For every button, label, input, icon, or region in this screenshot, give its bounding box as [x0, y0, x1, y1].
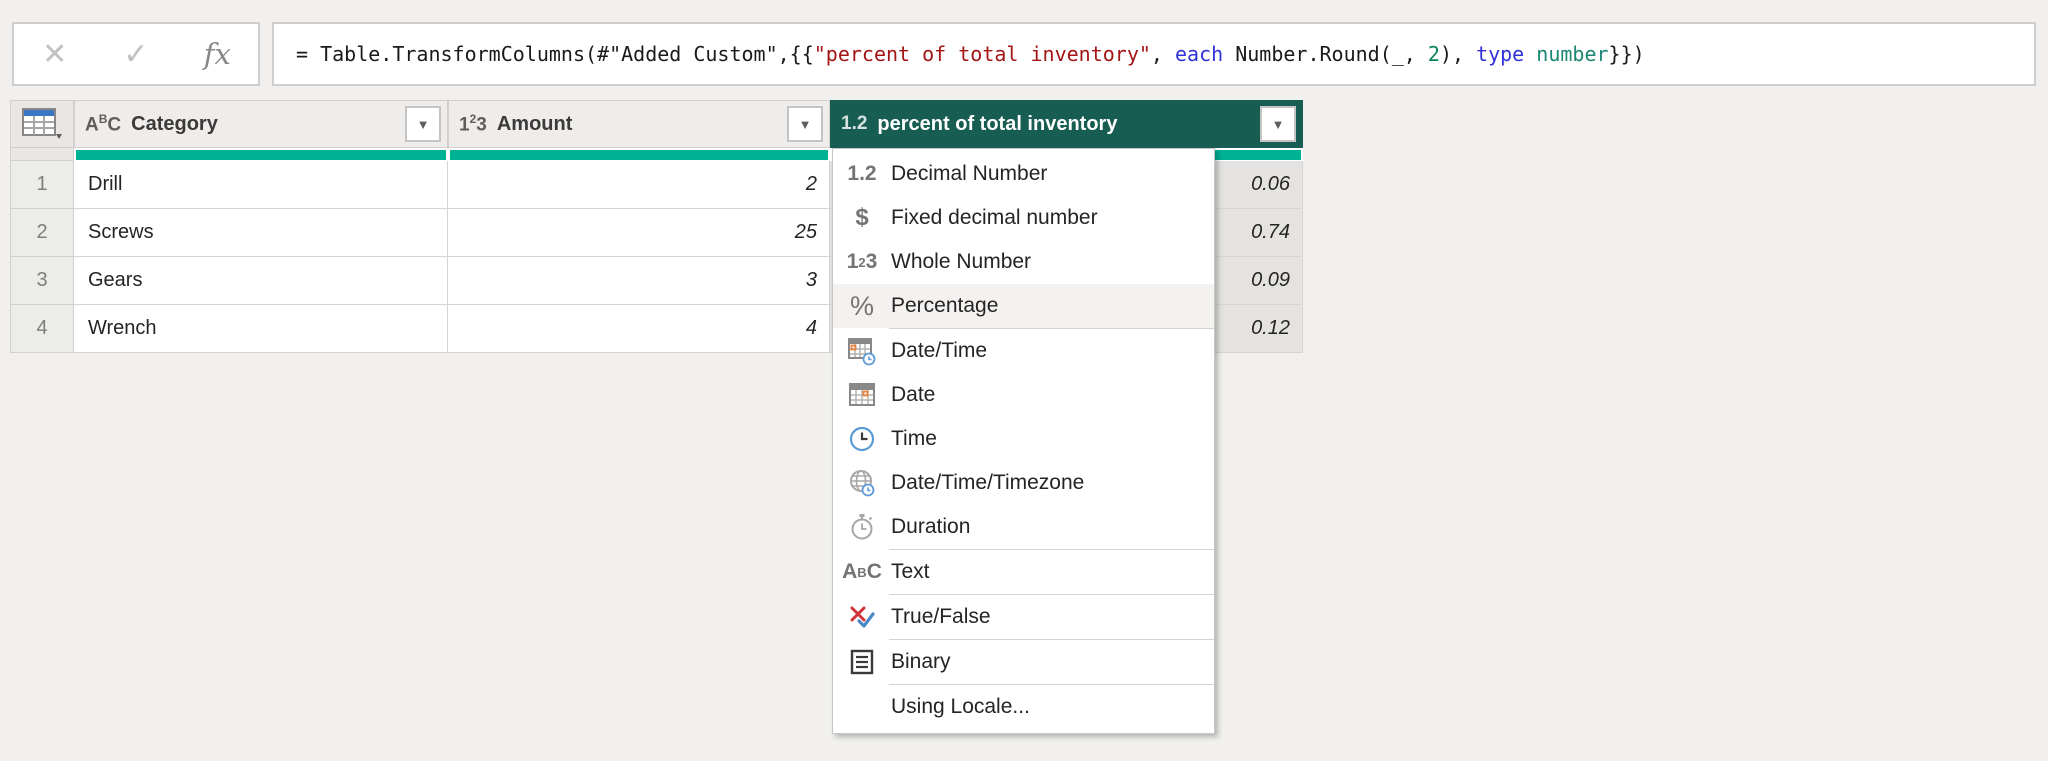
category-filter-button[interactable]: ▼: [405, 106, 441, 142]
quality-bar-category: [74, 148, 448, 161]
select-all-table-button[interactable]: [10, 100, 74, 148]
fx-add-step-button[interactable]: fx: [187, 26, 247, 82]
column-header-category[interactable]: ABC Category ▼: [74, 100, 448, 148]
cancel-formula-button[interactable]: ✕: [25, 26, 85, 82]
menu-item-datetime[interactable]: Date/Time: [833, 329, 1214, 373]
menu-item-percentage[interactable]: % Percentage: [833, 284, 1214, 328]
percentage-icon: %: [849, 290, 874, 321]
decimal-number-type-icon[interactable]: 1.2: [841, 113, 867, 135]
menu-item-text[interactable]: ABC Text: [833, 550, 1214, 594]
cell-category[interactable]: Gears: [74, 257, 448, 305]
cell-category[interactable]: Screws: [74, 209, 448, 257]
menu-item-time[interactable]: Time: [833, 417, 1214, 461]
column-label: Amount: [496, 112, 573, 135]
decimal-number-icon: 1.2: [847, 162, 877, 185]
formula-input[interactable]: = Table.TransformColumns(#"Added Custom"…: [272, 22, 2036, 86]
datetime-icon: [833, 336, 891, 366]
menu-item-binary[interactable]: Binary: [833, 640, 1214, 684]
commit-formula-button[interactable]: ✓: [106, 26, 166, 82]
truefalse-icon: [833, 602, 891, 632]
cell-category[interactable]: Drill: [74, 161, 448, 209]
menu-item-truefalse[interactable]: True/False: [833, 595, 1214, 639]
cell-amount[interactable]: 2: [448, 161, 830, 209]
formula-bar-buttons: ✕ ✓ fx: [12, 22, 260, 86]
time-icon: [833, 424, 891, 454]
menu-item-datetimezone[interactable]: Date/Time/Timezone: [833, 461, 1214, 505]
row-number[interactable]: 4: [10, 305, 74, 353]
menu-item-decimal-number[interactable]: 1.2 Decimal Number: [833, 152, 1214, 196]
text-icon: ABC: [842, 560, 882, 583]
percent-filter-button[interactable]: ▼: [1260, 106, 1296, 142]
amount-filter-button[interactable]: ▼: [787, 106, 823, 142]
duration-icon: [833, 512, 891, 542]
column-header-amount[interactable]: 123 Amount ▼: [448, 100, 830, 148]
currency-icon: $: [855, 204, 869, 231]
menu-item-duration[interactable]: Duration: [833, 505, 1214, 549]
date-icon: [833, 380, 891, 410]
table-icon: [22, 108, 62, 140]
cell-category[interactable]: Wrench: [74, 305, 448, 353]
whole-number-icon: 123: [846, 250, 878, 273]
row-number[interactable]: 3: [10, 257, 74, 305]
text-type-icon: ABC: [85, 111, 122, 136]
menu-item-date[interactable]: Date: [833, 373, 1214, 417]
cell-amount[interactable]: 25: [448, 209, 830, 257]
data-type-menu: 1.2 Decimal Number $ Fixed decimal numbe…: [832, 148, 1215, 734]
menu-item-fixed-decimal-number[interactable]: $ Fixed decimal number: [833, 196, 1214, 240]
row-number[interactable]: 2: [10, 209, 74, 257]
whole-number-type-icon: 123: [459, 111, 487, 136]
menu-item-using-locale[interactable]: Using Locale...: [833, 685, 1214, 729]
column-label: Category: [131, 112, 218, 135]
cell-amount[interactable]: 4: [448, 305, 830, 353]
formula-text: = Table.TransformColumns(#"Added Custom"…: [296, 42, 1645, 66]
binary-icon: [833, 648, 891, 676]
column-header-percent-of-total-inventory[interactable]: 1.2 percent of total inventory ▼: [830, 100, 1303, 148]
quality-bar-corner: [10, 148, 74, 161]
menu-item-whole-number[interactable]: 123 Whole Number: [833, 240, 1214, 284]
row-number[interactable]: 1: [10, 161, 74, 209]
column-label: percent of total inventory: [877, 112, 1118, 135]
quality-bar-amount: [448, 148, 830, 161]
datetimezone-icon: [833, 468, 891, 498]
cell-amount[interactable]: 3: [448, 257, 830, 305]
